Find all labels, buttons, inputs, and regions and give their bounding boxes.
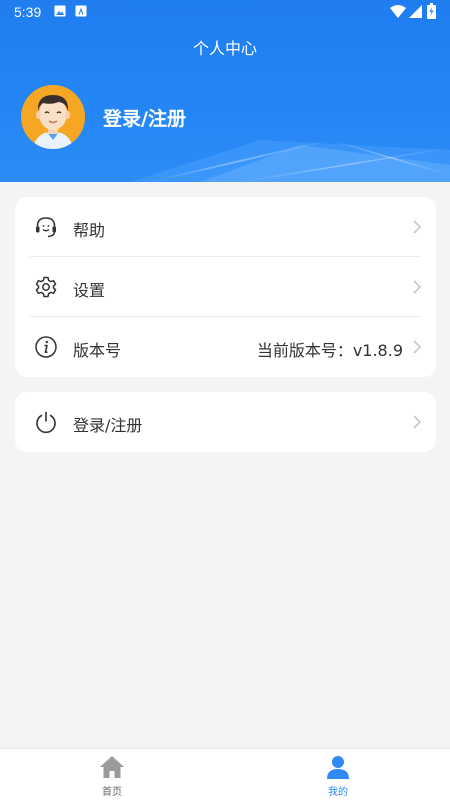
chevron-right-icon xyxy=(413,340,422,354)
user-avatar-illustration xyxy=(21,85,85,149)
text-notification-icon xyxy=(75,5,87,17)
menu-item-version-label: 版本号 xyxy=(73,341,122,360)
chevron-right-icon xyxy=(413,220,422,234)
wifi-icon xyxy=(390,5,406,18)
menu-item-login[interactable]: 登录/注册 xyxy=(15,392,436,452)
menu-item-version[interactable]: 版本号 当前版本号：v1.8.9 xyxy=(15,317,436,377)
tab-mine-label: 我的 xyxy=(328,787,348,798)
gear-icon xyxy=(35,276,57,298)
menu-item-login-label: 登录/注册 xyxy=(73,416,143,435)
power-icon xyxy=(36,411,56,434)
headset-icon xyxy=(36,217,56,238)
info-icon xyxy=(35,336,57,358)
avatar[interactable] xyxy=(21,85,85,149)
image-notification-icon xyxy=(54,5,66,17)
tab-mine[interactable]: 我的 xyxy=(298,749,378,800)
bottom-tab-bar: 首页 我的 xyxy=(0,748,450,800)
page-title: 个人中心 xyxy=(192,39,257,58)
menu-item-help[interactable]: 帮助 xyxy=(15,197,436,257)
menu-item-settings[interactable]: 设置 xyxy=(15,257,436,317)
chevron-right-icon xyxy=(413,280,422,294)
chevron-right-icon xyxy=(413,415,422,429)
battery-icon xyxy=(427,3,436,19)
menu-item-help-label: 帮助 xyxy=(73,221,106,240)
status-time: 5:39 xyxy=(14,4,42,20)
login-card: 登录/注册 xyxy=(15,392,436,452)
person-icon xyxy=(327,756,349,779)
menu-item-settings-label: 设置 xyxy=(73,281,106,300)
signal-icon xyxy=(409,5,422,18)
tab-home-label: 首页 xyxy=(102,787,122,798)
profile-header: 5:39 个人中心 登录/注册 xyxy=(0,0,450,182)
header-login-link[interactable]: 登录/注册 xyxy=(103,104,186,131)
version-value: 当前版本号：v1.8.9 xyxy=(256,341,403,360)
house-icon xyxy=(100,756,124,778)
tab-home[interactable]: 首页 xyxy=(72,749,152,800)
status-bar: 5:39 xyxy=(0,0,450,24)
menu-card: 帮助 设置 版本号 当前版本号：v1.8.9 xyxy=(15,197,436,377)
